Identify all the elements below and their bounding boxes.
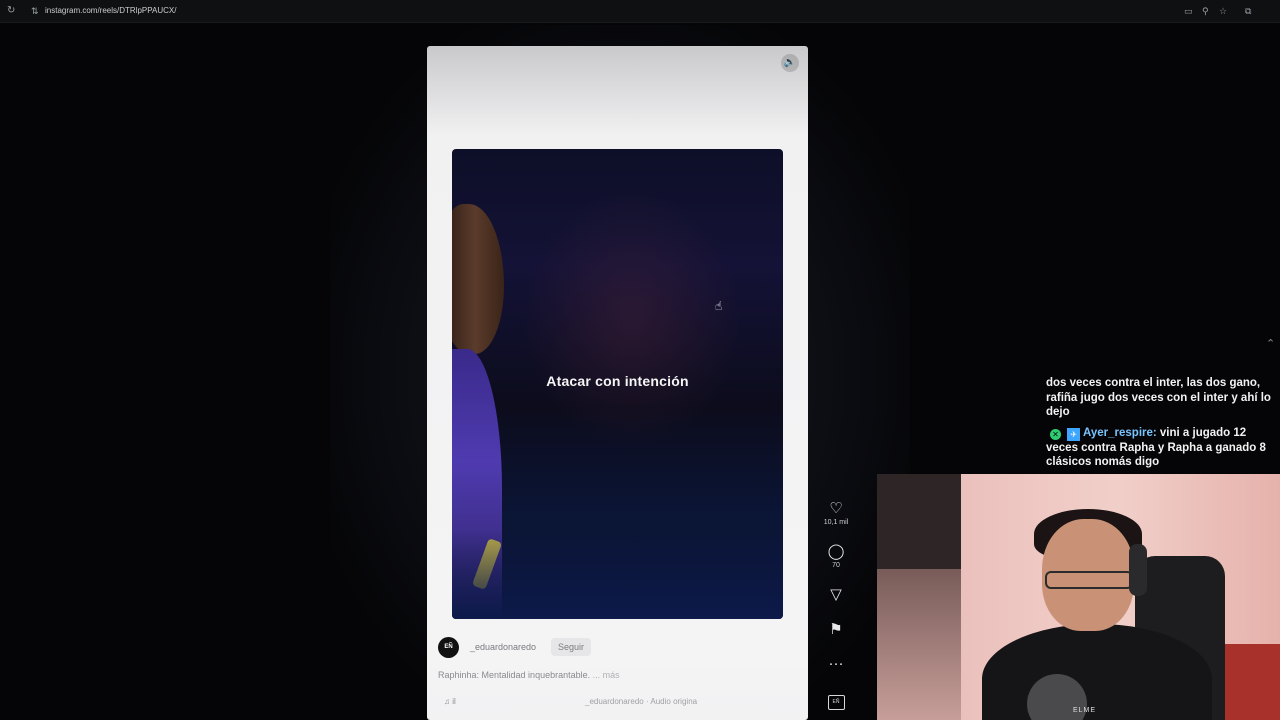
- heart-icon: ♡: [829, 500, 843, 517]
- site-info-icon[interactable]: ⇅: [31, 5, 39, 17]
- webcam-feed: ELME: [877, 474, 1280, 720]
- send-icon: ▽: [830, 586, 842, 603]
- address-bar[interactable]: instagram.com/reels/DTRlpPPAUCX/: [45, 5, 176, 17]
- audio-source[interactable]: _eduardonaredo · Audio origina: [585, 697, 697, 706]
- bookmark-icon: ⚑: [829, 621, 843, 638]
- author-row: EÑ _eduardonaredo Seguir: [438, 637, 738, 659]
- zoom-icon[interactable]: ⚲: [1202, 5, 1209, 17]
- headset: [1129, 544, 1147, 596]
- shirt-text: ELME: [1073, 707, 1097, 714]
- reel-card: 🔈 Atacar con intención ☝ EÑ _eduardonare…: [427, 46, 808, 720]
- like-count: 10,1 mil: [823, 519, 849, 526]
- reel-description: Raphinha: Mentalidad inquebrantable. ...…: [438, 670, 620, 680]
- avatar[interactable]: EÑ: [438, 637, 459, 658]
- more-link[interactable]: ... más: [593, 670, 620, 680]
- chevron-up-icon[interactable]: ⌃: [1266, 337, 1280, 363]
- reload-icon[interactable]: ↻: [7, 5, 19, 17]
- bookmark-star-icon[interactable]: ☆: [1219, 5, 1227, 17]
- player-figure: [452, 204, 504, 354]
- glasses: [1045, 571, 1133, 589]
- audio-note: ♫ il: [444, 697, 456, 706]
- follow-button[interactable]: Seguir: [551, 638, 592, 656]
- extensions-icon[interactable]: ⧉: [1245, 5, 1251, 17]
- like-button[interactable]: ♡ 10,1 mil: [816, 500, 856, 528]
- verified-badge-icon: ✕: [1050, 428, 1061, 440]
- audio-thumbnail-button[interactable]: EÑ: [816, 690, 856, 710]
- comment-button[interactable]: ◯ 70: [816, 543, 856, 571]
- audio-thumbnail-icon: EÑ: [827, 695, 845, 710]
- comment-count: 70: [832, 562, 840, 569]
- more-icon: ···: [828, 655, 844, 672]
- browser-toolbar: ↻ ⇅ instagram.com/reels/DTRlpPPAUCX/ ▭ ⚲…: [0, 0, 1280, 23]
- chat-username[interactable]: Ayer_respire:: [1083, 427, 1157, 439]
- author-name[interactable]: _eduardonaredo: [470, 642, 536, 652]
- comment-icon: ◯: [827, 543, 845, 560]
- chat-message: dos veces contra el inter, las dos gano,…: [1046, 377, 1271, 418]
- more-button[interactable]: ···: [816, 655, 856, 673]
- share-button[interactable]: ▽: [816, 586, 856, 604]
- save-button[interactable]: ⚑: [816, 621, 856, 639]
- install-icon[interactable]: ▭: [1184, 5, 1193, 17]
- subscriber-badge-icon: ✈: [1067, 427, 1081, 441]
- hand-cursor-icon: ☝: [715, 299, 723, 313]
- volume-icon[interactable]: 🔈: [781, 54, 799, 72]
- reel-video[interactable]: Atacar con intención ☝: [452, 149, 783, 619]
- description-text: Raphinha: Mentalidad inquebrantable.: [438, 670, 591, 680]
- video-caption: Atacar con intención: [546, 373, 689, 389]
- stream-chat: dos veces contra el inter, las dos gano,…: [1046, 376, 1280, 470]
- chat-message: ✕ ✈ Ayer_respire: vini a jugado 12 veces…: [1046, 426, 1280, 470]
